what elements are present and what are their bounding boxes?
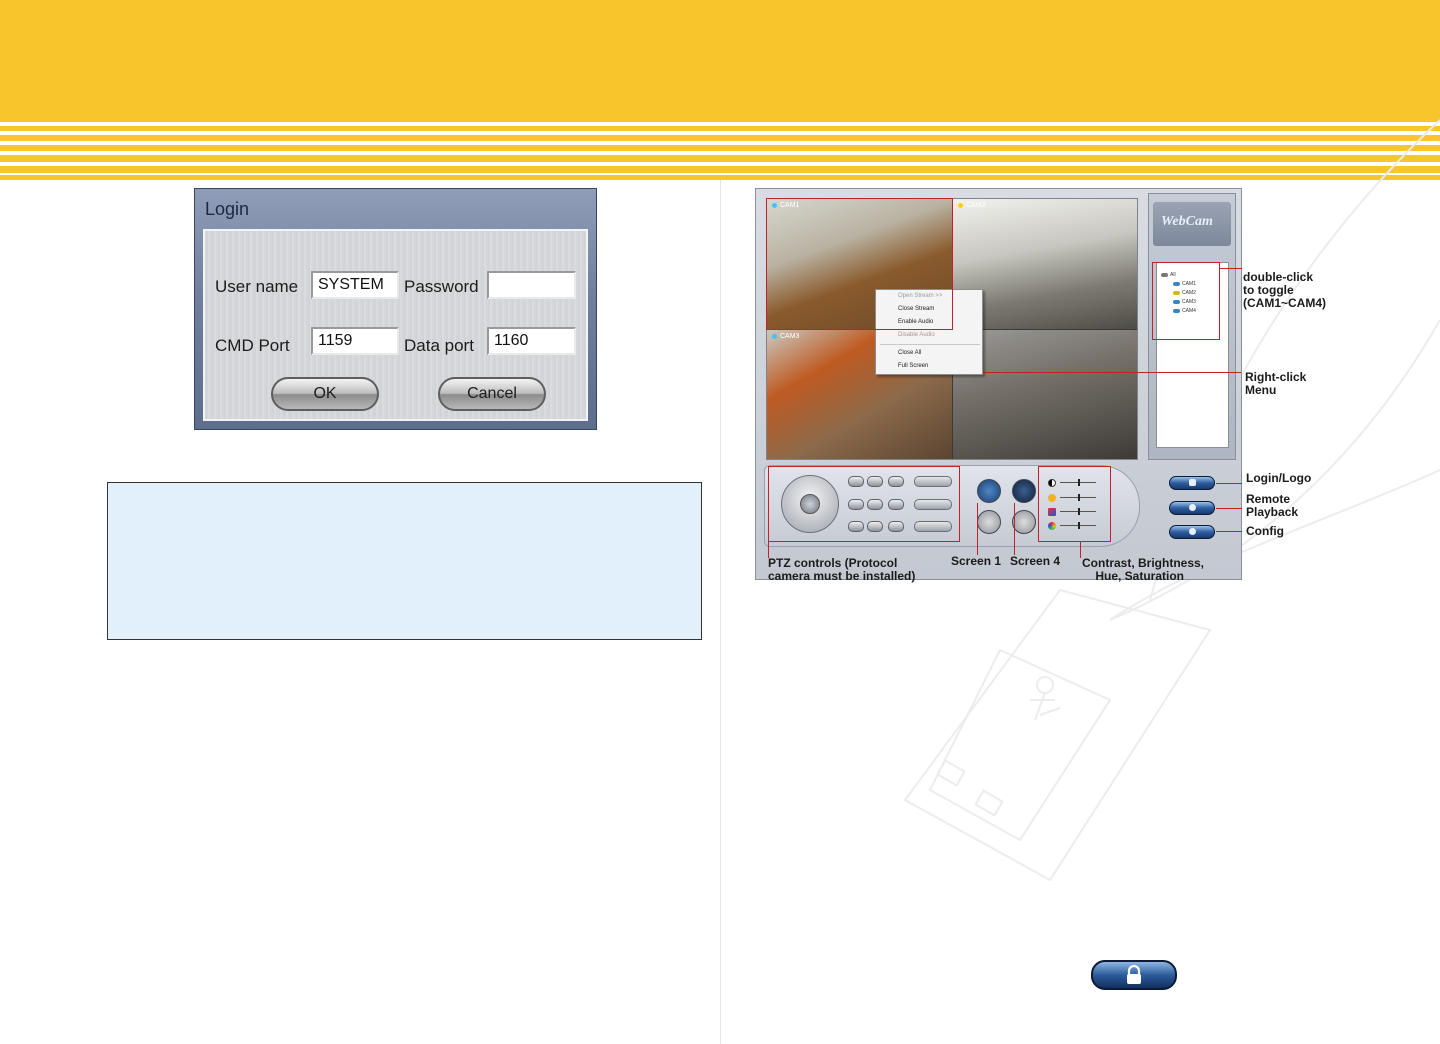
data-port-label: Data port [404,336,474,355]
cmd-port-label: CMD Port [215,336,290,355]
annotation-right-click: Right-click Menu [1245,370,1307,397]
lock-icon [1189,479,1196,486]
menu-item-disable-audio[interactable]: Disable Audio [898,332,935,338]
camera-label-cam3: CAM3 [772,333,799,340]
login-lock-button[interactable] [1091,960,1177,990]
config-button[interactable] [1169,525,1215,539]
screen-option-button[interactable] [1012,510,1036,534]
login-logout-button[interactable] [1169,476,1215,490]
annotation-config: Config [1246,524,1284,538]
annotation-box-tree [1152,262,1220,340]
playback-icon [1189,504,1196,511]
password-field[interactable] [487,271,576,299]
webcam-logo: WebCam [1153,202,1231,246]
annotation-toggle: double-click to toggle (CAM1~CAM4) [1243,270,1327,310]
password-label: Password [404,277,479,296]
gear-icon [1189,528,1196,535]
remote-playback-button[interactable] [1169,501,1215,515]
user-name-label: User name [215,277,299,296]
screen4-button[interactable] [1012,479,1036,503]
annotation-picture-settings: Contrast, Brightness, Hue, Saturation [1082,556,1205,583]
menu-item-full-screen[interactable]: Full Screen [898,363,928,369]
cancel-button[interactable]: Cancel [438,377,546,411]
data-port-field[interactable] [487,327,576,355]
annotation-box-ptz [768,466,960,542]
lock-icon [1127,965,1141,984]
annotation-box-picture [1038,466,1111,542]
annotation-remote-playback: Remote Playback [1246,492,1299,519]
camera-label-cam2: CAM2 [958,202,985,209]
cmd-port-field[interactable] [311,327,399,355]
login-dialog-title: Login [205,199,250,219]
annotation-ptz: PTZ controls (Protocol camera must be in… [768,556,916,583]
header-banner [0,0,1440,180]
annotation-login-logo: Login/Logo [1246,471,1312,485]
user-name-field[interactable] [311,271,399,299]
note-box [107,482,702,640]
annotation-screen4: Screen 4 [1010,554,1061,568]
menu-item-close-all[interactable]: Close All [898,350,921,356]
ok-button[interactable]: OK [271,377,379,411]
column-divider [720,180,721,1044]
screen1-button[interactable] [977,479,1001,503]
screen-option-button[interactable] [977,510,1001,534]
annotation-box-cam1 [766,198,953,330]
annotation-screen1: Screen 1 [951,554,1002,568]
